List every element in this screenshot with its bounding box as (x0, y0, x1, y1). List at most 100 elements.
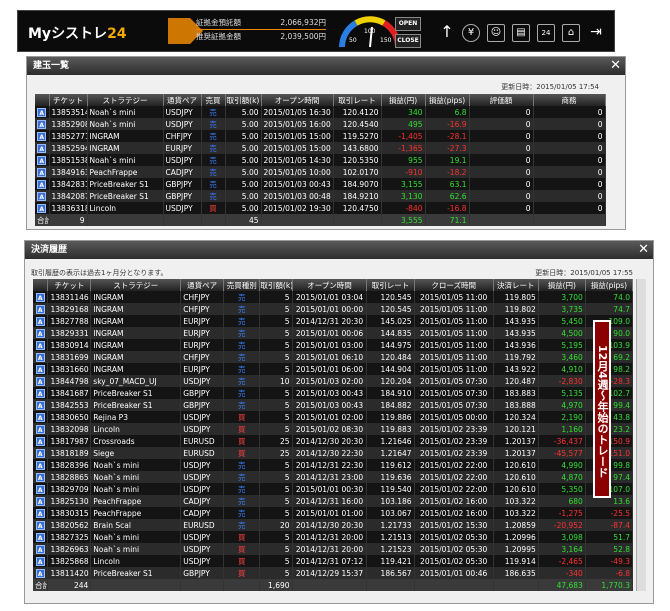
table-cell: 売 (223, 375, 261, 387)
up-arrow-icon[interactable]: ↑ (438, 24, 456, 42)
table-row[interactable]: A 13829709 Noah`s mini USDJPY 売 5 2015/01/01 0… (33, 483, 634, 495)
table-cell: 13825868 (47, 555, 92, 567)
home-icon[interactable]: ⌂ (562, 24, 580, 42)
table-row[interactable]: A 13818189 Siege EURUSD 買 25 2014/12/30 22:30 1… (33, 447, 634, 459)
table-cell: 2015/01/02 16:00 (414, 507, 494, 519)
table-cell: 2015/01/05 15:00 (261, 142, 334, 154)
table-cell: EURJPY (180, 315, 225, 327)
table-cell: 13842831 (49, 178, 88, 190)
promo-banner: 12月4週〜年始のトレード (593, 320, 611, 498)
strategy-icon: A (37, 155, 47, 165)
table-cell: Noah`s mini (87, 106, 164, 118)
table-cell: 0 (469, 154, 534, 166)
table-cell: 5.00 (225, 202, 262, 214)
table-cell: 2015/01/05 07:30 (414, 375, 494, 387)
close-icon[interactable]: ✕ (638, 242, 649, 258)
table-row[interactable]: A 13830650 Rejina P3 USDJPY 買 5 2015/01/01 02:… (33, 411, 634, 423)
table-cell: 143.936 (493, 339, 539, 351)
table-row[interactable]: A 13836318 Lincoln USDJPY 買 5.00 2015/01/02 19… (35, 202, 606, 214)
table-cell: INGRAM (87, 142, 164, 154)
table-cell: 2015/01/03 00:48 (261, 190, 334, 202)
table-cell: 売 (223, 291, 261, 303)
table-cell: 売 (223, 507, 261, 519)
table-row[interactable]: A 13844798 sky_07_MACD_UJ USDJPY 売 10 2015/01/… (33, 375, 634, 387)
pos-header-cell (35, 94, 50, 106)
table-row[interactable]: A 13827788 INGRAM EURJPY 売 5 2014/12/31 20:30 1… (33, 315, 634, 327)
currency-icon[interactable]: ¥ (462, 24, 480, 42)
table-row[interactable]: A 13811420 PriceBreaker S1 GBPJPY 買 5 2014/12/… (33, 567, 634, 579)
table-cell: 2014/12/31 23:00 (292, 471, 368, 483)
table-row[interactable]: A 13832098 Lincoln USDJPY 買 5 2015/01/02 08:30… (33, 423, 634, 435)
table-row[interactable]: A 13820562 Brain Scal EURUSD 売 20 2014/12/30 2… (33, 519, 634, 531)
table-cell: 2015/01/01 03:04 (292, 291, 368, 303)
table-row[interactable]: A 13853514 Noah`s mini USDJPY 売 5.00 2015/01/0… (35, 106, 606, 118)
table-row[interactable]: A 13849163 PeachFrappe CADJPY 売 5.00 2015/01/0… (35, 166, 606, 178)
profile-icon[interactable]: ☺ (487, 24, 505, 42)
table-row[interactable]: A 13852771 INGRAM CHFJPY 売 5.00 2015/01/05 15:… (35, 130, 606, 142)
table-row[interactable]: A 13842553 PriceBreaker S1 GBPJPY 売 5 2015/01/… (33, 399, 634, 411)
table-cell: 2015/01/05 11:00 (414, 315, 494, 327)
table-cell: 5 (259, 555, 293, 567)
table-cell: 売 (223, 363, 261, 375)
table-row[interactable]: A 13828865 Noah`s mini USDJPY 売 5 2014/12/31 2… (33, 471, 634, 483)
table-row[interactable]: A 13830315 PeachFrappe CADJPY 売 5 2015/01/01 0… (33, 507, 634, 519)
table-cell: PriceBreaker S1 (90, 387, 182, 399)
table-cell: 売 (223, 471, 261, 483)
table-cell: -25.5 (585, 507, 634, 519)
table-row[interactable]: A 13830914 INGRAM EURJPY 売 5 2015/01/01 03:00 1… (33, 339, 634, 351)
report-icon[interactable]: ▤ (512, 24, 530, 42)
table-row[interactable]: A 13831146 INGRAM CHFJPY 売 5 2015/01/01 03:04 1… (33, 291, 634, 303)
table-cell: 2015/01/05 16:00 (261, 118, 334, 130)
table-row[interactable]: A 13829331 INGRAM EURJPY 売 5 2015/01/01 00:06 1… (33, 327, 634, 339)
table-cell: 2015/01/01 06:00 (292, 363, 368, 375)
table-cell: 144.904 (366, 363, 415, 375)
table-row[interactable]: A 13817987 Crossroads EURUSD 買 25 2014/12/30 2… (33, 435, 634, 447)
table-row[interactable]: A 13827325 Noah`s mini USDJPY 買 5 2014/12/31 2… (33, 531, 634, 543)
table-row[interactable]: A 13852908 Noah`s mini USDJPY 売 5.00 2015/01/0… (35, 118, 606, 130)
row-icon: A (35, 130, 50, 142)
table-cell: 495 (381, 118, 426, 130)
open-button[interactable]: OPEN (395, 17, 421, 31)
close-icon[interactable]: ✕ (610, 58, 621, 74)
table-row[interactable]: A 13831660 INGRAM EURJPY 売 5 2015/01/01 06:00 1… (33, 363, 634, 375)
table-cell: 13852908 (49, 118, 88, 130)
table-cell: INGRAM (90, 303, 182, 315)
table-row[interactable]: A 13841687 PriceBreaker S1 GBPJPY 売 5 2015/01/… (33, 387, 634, 399)
table-cell: 売 (223, 399, 261, 411)
table-cell: 0 (533, 118, 606, 130)
table-cell: 13830914 (47, 339, 92, 351)
table-row[interactable]: A 13831699 INGRAM CHFJPY 売 5 2015/01/01 06:10 1… (33, 351, 634, 363)
history-panel: 決済履歴 ✕ 取引履歴の表示は過去1ヶ月分となります。 更新日時：2015/01… (24, 240, 654, 604)
row-icon: A (33, 459, 49, 471)
table-row[interactable]: A 13852594 INGRAM EURJPY 売 5.00 2015/01/05 15:… (35, 142, 606, 154)
table-cell: 2015/01/05 11:00 (414, 303, 494, 315)
table-cell: 13829709 (47, 483, 92, 495)
table-cell: 13842553 (47, 399, 92, 411)
strategy-icon: A (35, 448, 45, 458)
table-cell: 186.567 (366, 567, 415, 579)
table-row[interactable]: A 13828396 Noah`s mini USDJPY 売 5 2014/12/31 2… (33, 459, 634, 471)
table-cell: 買 (223, 411, 261, 423)
table-row[interactable]: A 13851538 Noah`s mini USDJPY 売 5.00 2015/01/0… (35, 154, 606, 166)
pos-header-cell: オープン時間 (261, 94, 334, 106)
table-cell: 3,155 (381, 178, 426, 190)
close-all-button[interactable]: CLOSE (395, 34, 421, 48)
table-row[interactable]: A 13825868 Lincoln USDJPY 買 5 2014/12/31 07:12… (33, 555, 634, 567)
strategy-icon: A (37, 131, 47, 141)
logout-icon[interactable]: ⇥ (587, 24, 605, 42)
strategy-icon: A (37, 179, 47, 189)
history-scrollbar[interactable] (636, 279, 646, 591)
table-row[interactable]: A 13842087 PriceBreaker S1 GBPJPY 売 5.00 2015/… (35, 190, 606, 202)
hist-header-cell: 決済レート (493, 279, 539, 291)
table-row[interactable]: A 13826963 Noah`s mini USDJPY 買 5 2014/12/31 2… (33, 543, 634, 555)
table-cell: EURJPY (180, 339, 225, 351)
table-row[interactable]: A 13842831 PriceBreaker S1 GBPJPY 売 5.00 2015/… (35, 178, 606, 190)
calendar-24-icon[interactable]: 24 (537, 24, 555, 42)
table-cell: 13829331 (47, 327, 92, 339)
table-cell: 120.610 (493, 459, 539, 471)
table-row[interactable]: A 13829168 INGRAM CHFJPY 売 5 2015/01/01 00:00 1… (33, 303, 634, 315)
table-cell: 2015/01/02 19:30 (261, 202, 334, 214)
table-row[interactable]: A 13825130 PeachFrappe CADJPY 売 5 2014/12/31 1… (33, 495, 634, 507)
table-cell: 184.9210 (333, 190, 382, 202)
table-cell: 1.20995 (493, 543, 539, 555)
